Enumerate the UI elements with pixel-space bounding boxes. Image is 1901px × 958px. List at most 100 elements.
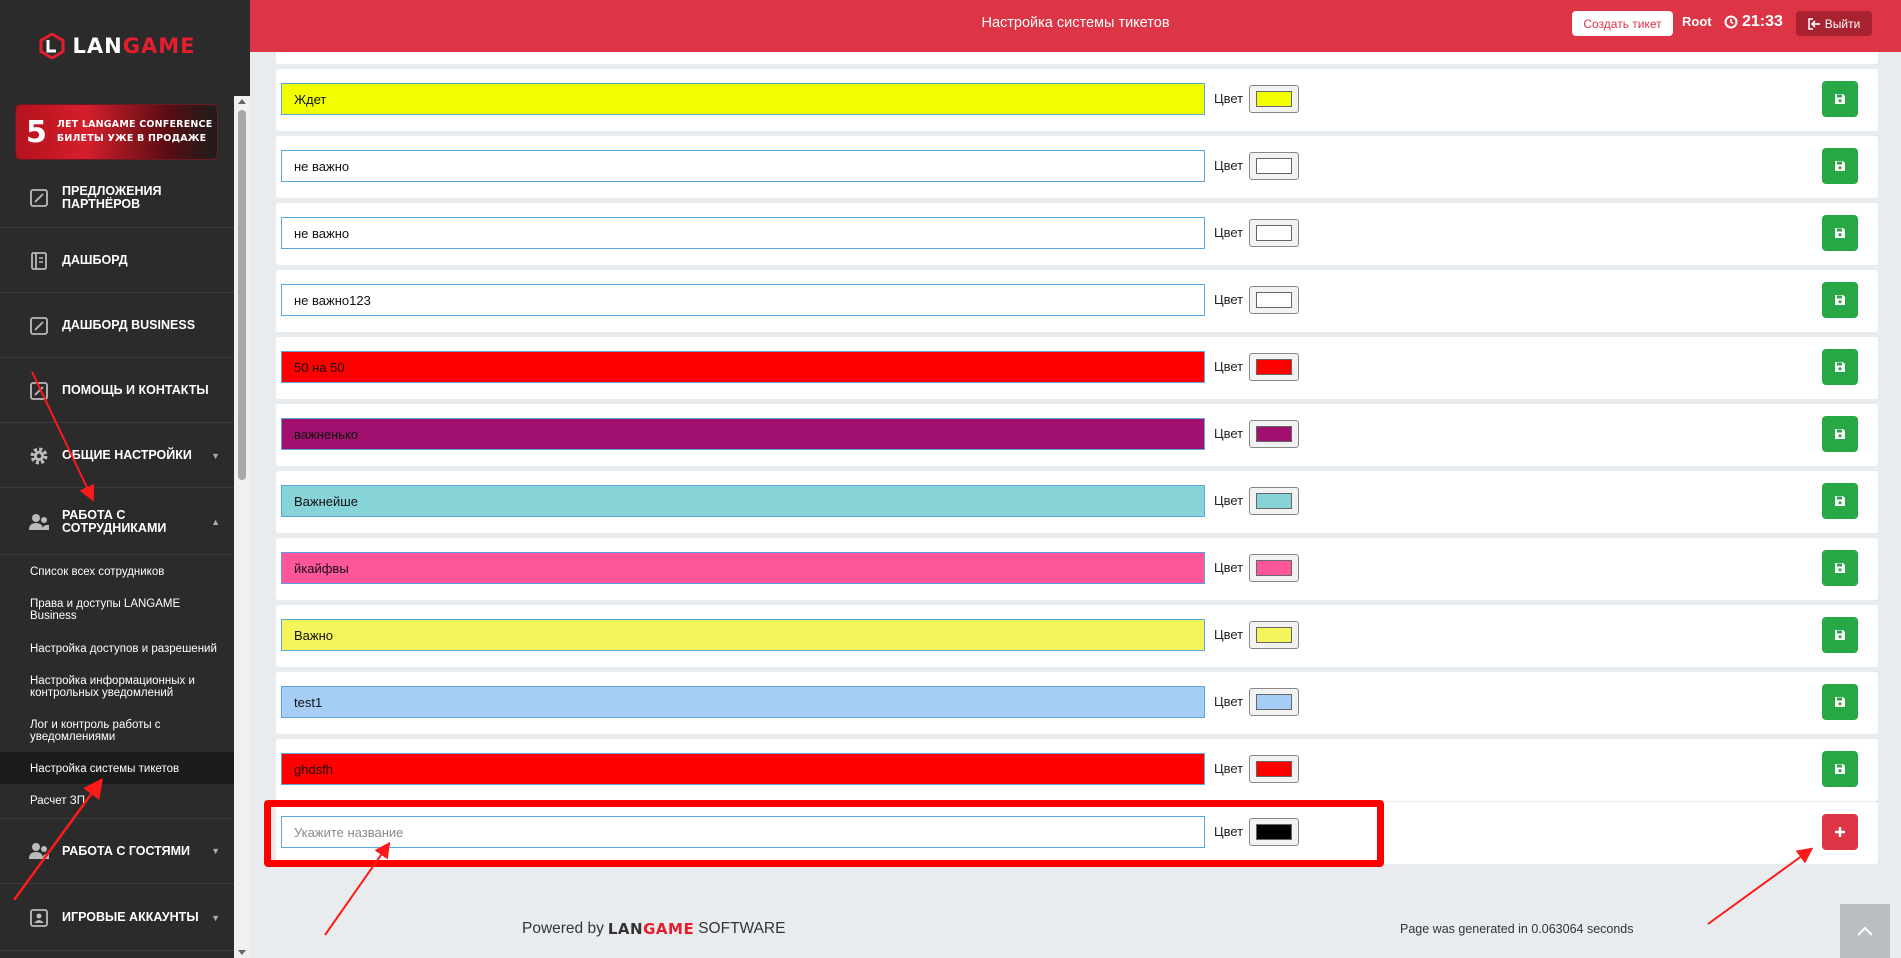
user-name[interactable]: Root [1682,14,1712,29]
chevron-up-icon: ▲ [211,516,220,527]
status-color-picker[interactable] [1249,554,1299,582]
color-swatch-fill [1256,292,1292,308]
langame-logo[interactable]: LANGAME [0,26,234,66]
status-name-input[interactable]: не важно [281,150,1205,182]
ticket-status-row: йкайфвы Цвет [276,538,1878,600]
save-status-button[interactable] [1822,617,1858,653]
color-label: Цвет [1214,225,1244,240]
sidebar-item-dashboard[interactable]: Дашборд [0,229,234,293]
floppy-disk-icon [1835,362,1845,372]
id-card-icon [28,907,50,929]
status-name-input[interactable]: Важнейше [281,485,1205,517]
save-status-button[interactable] [1822,751,1858,787]
color-label: Цвет [1214,292,1244,307]
ticket-status-row: test1 Цвет [276,672,1878,734]
ticket-status-row: не важно Цвет [276,136,1878,198]
create-ticket-button[interactable]: Создать тикет [1572,11,1673,36]
users-icon [28,840,50,862]
scroll-to-top-button[interactable] [1840,904,1890,958]
logo-text: LANGAME [72,34,196,58]
ticket-status-row: 50 на 50 Цвет [276,337,1878,399]
save-status-button[interactable] [1822,282,1858,318]
color-swatch-fill [1256,694,1292,710]
conference-promo-banner[interactable]: 5 ЛЕТ LANGAME CONFERENCE БИЛЕТЫ УЖЕ В ПР… [15,104,218,160]
floppy-disk-icon [1835,94,1845,104]
status-color-picker[interactable] [1249,621,1299,649]
scrollbar-thumb[interactable] [238,110,246,480]
color-swatch-fill [1256,359,1292,375]
add-status-button[interactable] [1822,814,1858,850]
color-label: Цвет [1214,761,1244,776]
chevron-down-icon: ▼ [211,846,220,856]
status-name-input[interactable]: йкайфвы [281,552,1205,584]
footer-powered-by: Powered by LANGAME SOFTWARE [522,920,786,938]
footer-brand: LANGAME [607,920,695,938]
color-label: Цвет [1214,359,1244,374]
save-status-button[interactable] [1822,483,1858,519]
color-swatch-fill [1256,91,1292,107]
status-color-picker[interactable] [1249,688,1299,716]
status-name-input[interactable]: test1 [281,686,1205,718]
save-status-button[interactable] [1822,215,1858,251]
sidebar-item-game-accounts[interactable]: Игровые аккаунты ▼ [0,885,234,951]
sidebar-subitem-all-staff[interactable]: Список всех сотрудников [30,566,230,578]
sidebar-item-help-contacts[interactable]: Помощь и контакты [0,359,234,423]
sidebar-item-staff[interactable]: Работа с сотрудниками ▲ [0,489,234,555]
sidebar-item-dashboard-business[interactable]: Дашборд Business [0,294,234,358]
save-status-button[interactable] [1822,416,1858,452]
chevron-down-icon: ▼ [211,912,220,923]
save-status-button[interactable] [1822,148,1858,184]
floppy-disk-icon [1835,161,1845,171]
sidebar-scrollbar[interactable] [234,96,250,958]
ticket-row-partial [276,52,1878,64]
status-color-picker[interactable] [1249,755,1299,783]
save-status-button[interactable] [1822,550,1858,586]
color-swatch-fill [1256,426,1292,442]
scroll-up-arrow-icon[interactable] [238,99,246,104]
status-name-input[interactable]: важненько [281,418,1205,450]
status-name-input[interactable]: Ждет [281,83,1205,115]
sidebar-subitem-salary[interactable]: Расчет ЗП [30,795,230,807]
floppy-disk-icon [1835,697,1845,707]
status-color-picker[interactable] [1249,85,1299,113]
status-color-picker[interactable] [1249,487,1299,515]
status-color-picker[interactable] [1249,353,1299,381]
save-status-button[interactable] [1822,684,1858,720]
langame-logo-icon [39,33,65,59]
status-name-input[interactable]: не важно [281,217,1205,249]
edit-square-icon [28,315,50,337]
scroll-down-arrow-icon[interactable] [238,950,246,955]
sidebar-subitem-access-settings[interactable]: Настройка доступов и разрешений [30,643,230,655]
status-color-picker[interactable] [1249,286,1299,314]
sidebar-subitem-notifications-settings[interactable]: Настройка информационных и контрольных у… [30,675,230,699]
save-status-button[interactable] [1822,349,1858,385]
status-color-picker[interactable] [1249,219,1299,247]
color-swatch-fill [1256,761,1292,777]
color-label: Цвет [1214,426,1244,441]
sidebar-subitem-notifications-log[interactable]: Лог и контроль работы с уведомлениями [30,719,210,743]
sidebar-item-partner-offers[interactable]: Предложения партнёров [0,168,234,228]
color-swatch-fill [1256,225,1292,241]
clock-icon [1724,15,1738,29]
color-label: Цвет [1214,158,1244,173]
save-status-button[interactable] [1822,81,1858,117]
edit-square-icon [28,380,50,402]
ticket-status-row: Важнейше Цвет [276,471,1878,533]
sidebar-item-general-settings[interactable]: Общие настройки ▼ [0,424,234,488]
color-swatch-fill [1256,158,1292,174]
page-generation-time: Page was generated in 0.063064 seconds [1400,922,1634,936]
status-name-input[interactable]: ghdsfh [281,753,1205,785]
sidebar-item-guests[interactable]: Работа с гостями ▼ [0,818,234,884]
floppy-disk-icon [1835,764,1845,774]
status-name-input[interactable]: 50 на 50 [281,351,1205,383]
sidebar-subitem-langame-rights[interactable]: Права и доступы LANGAME Business [30,598,230,622]
status-color-picker[interactable] [1249,152,1299,180]
color-swatch-fill [1256,627,1292,643]
sidebar-subitem-ticket-settings[interactable]: Настройка системы тикетов [30,763,230,775]
status-color-picker[interactable] [1249,420,1299,448]
status-name-input[interactable]: Важно [281,619,1205,651]
logout-button[interactable]: Выйти [1796,11,1872,36]
status-name-input[interactable]: не важно123 [281,284,1205,316]
color-label: Цвет [1214,493,1244,508]
floppy-disk-icon [1835,630,1845,640]
